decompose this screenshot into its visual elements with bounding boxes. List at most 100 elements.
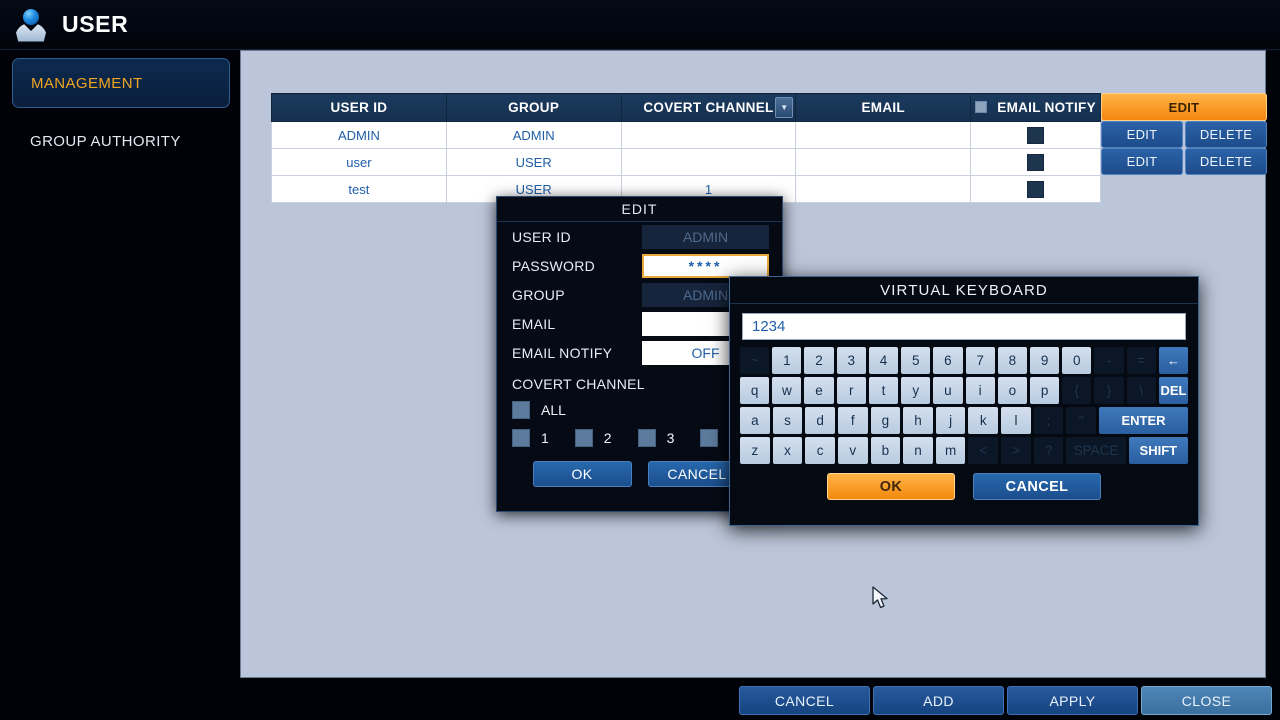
enter-key[interactable]: ENTER	[1099, 407, 1188, 434]
key-c[interactable]: c	[805, 437, 835, 464]
key-h[interactable]: h	[903, 407, 933, 434]
key-v[interactable]: v	[837, 437, 868, 464]
space-key: SPACE	[1066, 437, 1126, 464]
checkbox-channel-1[interactable]	[512, 429, 530, 447]
key-g[interactable]: g	[870, 407, 901, 434]
key-~: ~	[740, 347, 770, 374]
cell-email-notify	[970, 175, 1101, 203]
dvr-user-settings-screen: USER MANAGEMENT GROUP AUTHORITY USER ID …	[0, 0, 1280, 720]
key-f[interactable]: f	[837, 407, 868, 434]
key-k[interactable]: k	[968, 407, 999, 434]
sidebar-item-management[interactable]: MANAGEMENT	[12, 58, 230, 108]
key-u[interactable]: u	[933, 377, 963, 404]
cell-user-id: ADMIN	[271, 121, 447, 149]
key-z[interactable]: z	[740, 437, 770, 464]
close-button[interactable]: CLOSE	[1141, 686, 1272, 715]
cell-email	[795, 175, 972, 203]
key-y[interactable]: y	[901, 377, 931, 404]
email-label: EMAIL	[512, 315, 556, 332]
column-header-email-notify[interactable]: EMAIL NOTIFY	[970, 93, 1101, 122]
user-id-label: USER ID	[512, 228, 571, 245]
edit-dialog-ok-button[interactable]: OK	[532, 461, 632, 487]
sidebar-item-label: MANAGEMENT	[31, 74, 143, 92]
key-o[interactable]: o	[997, 377, 1027, 404]
sidebar-item-group-authority[interactable]: GROUP AUTHORITY	[12, 116, 230, 166]
table-header-row: USER ID GROUP COVERT CHANNEL ▼ EMAIL EMA…	[271, 93, 1101, 122]
cell-user-id: test	[271, 175, 447, 203]
virtual-keyboard-keys: ~1 2 3 4 5 6 7 8 9 0- = ← q w e r t y u i o p{} \ DEL a s d f g h j k l;…	[730, 347, 1198, 464]
email-notify-checkbox[interactable]	[1027, 153, 1045, 171]
key-l[interactable]: l	[1001, 407, 1031, 434]
key-b[interactable]: b	[870, 437, 901, 464]
key-p[interactable]: p	[1029, 377, 1060, 404]
checkbox-channel-3-label: 3	[666, 430, 675, 446]
column-header-user-id[interactable]: USER ID	[271, 93, 447, 122]
key-3[interactable]: 3	[836, 347, 866, 374]
group-label: GROUP	[512, 286, 565, 303]
column-header-covert-channel[interactable]: COVERT CHANNEL ▼	[620, 93, 797, 122]
key-x[interactable]: x	[772, 437, 803, 464]
cell-email	[795, 121, 972, 149]
key-i[interactable]: i	[965, 377, 995, 404]
checkbox-channel-4[interactable]	[700, 429, 719, 447]
checkbox-channel-1-label: 1	[541, 430, 549, 446]
virtual-keyboard-cancel-button[interactable]: CANCEL	[973, 473, 1101, 500]
key-d[interactable]: d	[805, 407, 835, 434]
edit-button-row-0[interactable]: EDIT	[1101, 93, 1267, 121]
key-8[interactable]: 8	[997, 347, 1027, 374]
key-e[interactable]: e	[804, 377, 834, 404]
sidebar-item-label: GROUP AUTHORITY	[30, 132, 181, 150]
page-title: USER	[62, 11, 129, 37]
email-notify-header-checkbox[interactable]	[975, 101, 988, 113]
checkbox-channel-2[interactable]	[574, 429, 593, 447]
key-t[interactable]: t	[868, 377, 899, 404]
password-label: PASSWORD	[512, 257, 596, 274]
key-w[interactable]: w	[772, 377, 802, 404]
key-n[interactable]: n	[903, 437, 933, 464]
backspace-key[interactable]: ←	[1158, 347, 1189, 374]
virtual-keyboard-input[interactable]: 1234	[742, 313, 1186, 340]
key-4[interactable]: 4	[868, 347, 899, 374]
key-7[interactable]: 7	[965, 347, 995, 374]
column-header-email[interactable]: EMAIL	[795, 93, 972, 122]
table-row[interactable]: user USER	[271, 148, 1101, 176]
key-1[interactable]: 1	[772, 347, 802, 374]
checkbox-channel-3[interactable]	[637, 429, 656, 447]
password-field[interactable]: ****	[642, 253, 769, 278]
checkbox-channel-2-label: 2	[603, 430, 612, 446]
key-r[interactable]: r	[836, 377, 866, 404]
key-2[interactable]: 2	[804, 347, 834, 374]
delete-button-row-1[interactable]: DELETE	[1185, 121, 1267, 148]
virtual-keyboard-ok-button[interactable]: OK	[827, 473, 955, 500]
key-9[interactable]: 9	[1029, 347, 1060, 374]
table-row[interactable]: ADMIN ADMIN	[271, 121, 1101, 149]
edit-button-row-1[interactable]: EDIT	[1101, 121, 1183, 148]
column-header-covert-label: COVERT CHANNEL	[643, 100, 774, 115]
key-6[interactable]: 6	[933, 347, 963, 374]
edit-button-row-2[interactable]: EDIT	[1101, 148, 1183, 175]
apply-button[interactable]: APPLY	[1007, 686, 1138, 715]
key-5[interactable]: 5	[901, 347, 931, 374]
del-key[interactable]: DEL	[1158, 377, 1189, 404]
key-m[interactable]: m	[935, 437, 966, 464]
row-actions-2: EDIT DELETE	[1101, 148, 1267, 175]
key-q[interactable]: q	[740, 377, 770, 404]
user-avatar-icon	[14, 8, 48, 42]
cell-user-id: user	[271, 148, 447, 176]
cancel-button[interactable]: CANCEL	[739, 686, 870, 715]
row-action-buttons: EDIT EDIT DELETE EDIT DELETE	[1101, 93, 1267, 175]
delete-button-row-2[interactable]: DELETE	[1185, 148, 1267, 175]
key-j[interactable]: j	[935, 407, 966, 434]
key-0[interactable]: 0	[1062, 347, 1092, 374]
shift-key[interactable]: SHIFT	[1128, 437, 1188, 464]
key-s[interactable]: s	[772, 407, 803, 434]
checkbox-all[interactable]	[512, 401, 530, 419]
column-header-group[interactable]: GROUP	[445, 93, 622, 122]
chevron-down-icon[interactable]: ▼	[775, 97, 794, 118]
email-notify-checkbox[interactable]	[1027, 180, 1045, 198]
key-a[interactable]: a	[740, 407, 770, 434]
cell-covert-channel	[620, 121, 797, 149]
email-notify-checkbox[interactable]	[1027, 126, 1045, 144]
key-=: =	[1126, 347, 1156, 374]
add-button[interactable]: ADD	[873, 686, 1004, 715]
